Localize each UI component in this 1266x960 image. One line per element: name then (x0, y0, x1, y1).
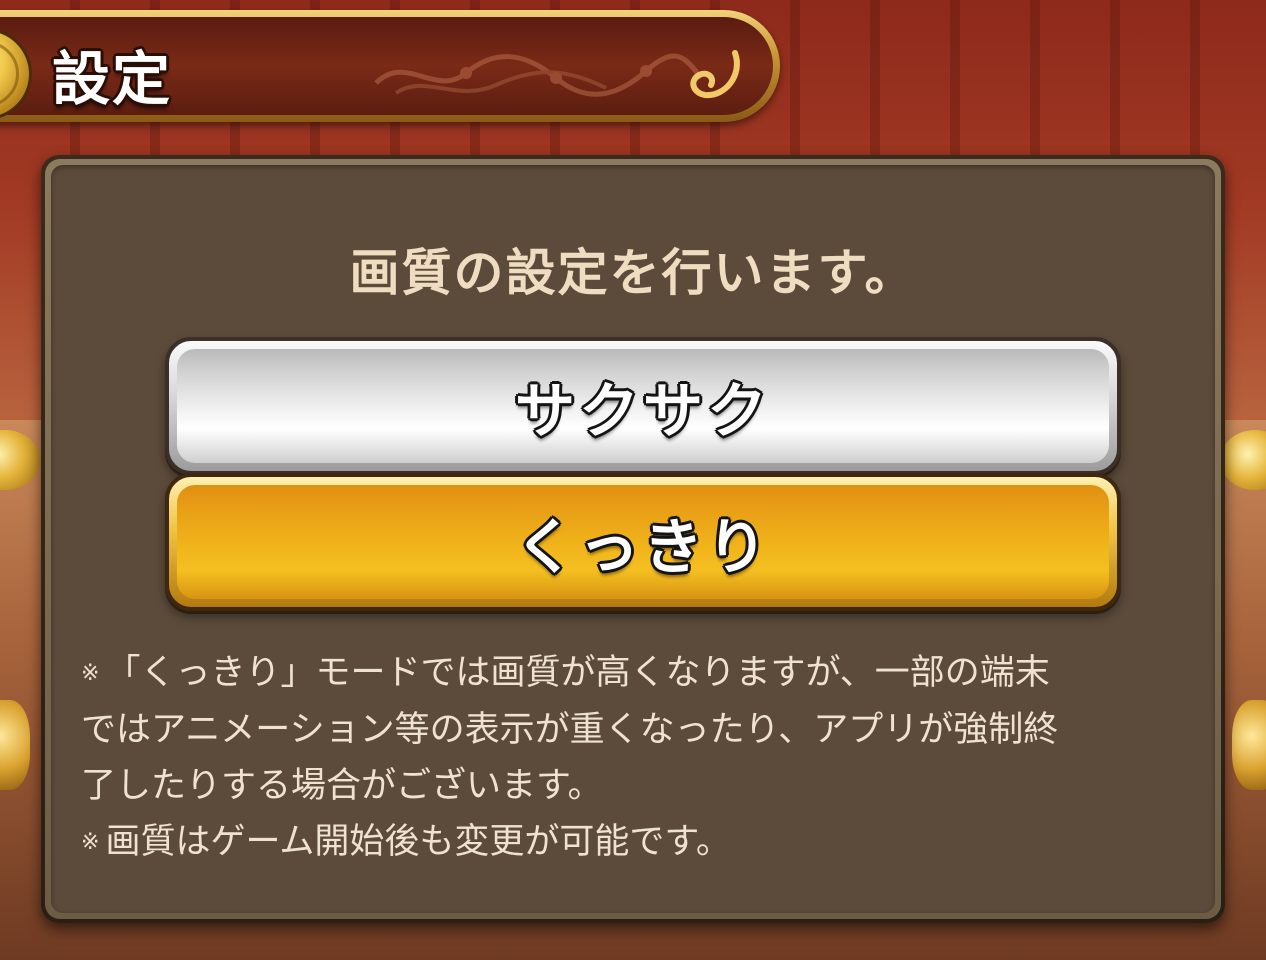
note-line: ではアニメーション等の表示が重くなったり、アプリが強制終 (81, 710, 1059, 750)
quality-smooth-label: サクサク (515, 376, 771, 447)
settings-dialog-frame: 画質の設定を行います。 サクサク くっきり ※ 「くっきり」モードでは画質が高くな… (45, 159, 1221, 919)
note-line: ※ 画質はゲーム開始後も変更が可能です。 (81, 822, 731, 862)
note-mark: ※ (81, 661, 100, 686)
header-ornament-icon (374, 53, 704, 97)
background-gold-ornament-lower-right (1232, 700, 1266, 790)
quality-smooth-button[interactable]: サクサク (165, 337, 1121, 475)
notes: ※ 「くっきり」モードでは画質が高くなりますが、一部の端末 ではアニメーション等の… (81, 645, 1211, 871)
settings-dialog-body: 画質の設定を行います。 サクサク くっきり ※ 「くっきり」モードでは画質が高くな… (51, 165, 1215, 913)
background-gold-ornament-lower-left (0, 700, 30, 790)
header-swirl-icon (690, 50, 740, 99)
note-mark: ※ (81, 830, 100, 855)
note-line: ※ 「くっきり」モードでは画質が高くなりますが、一部の端末 (81, 653, 1050, 693)
note-line: 了したりする場合がございます。 (81, 766, 603, 806)
header-banner: 設定 (0, 10, 780, 122)
quality-sharp-button[interactable]: くっきり (165, 473, 1121, 611)
page-title: 設定 (52, 45, 173, 113)
settings-dialog: 画質の設定を行います。 サクサク くっきり ※ 「くっきり」モードでは画質が高くな… (41, 155, 1225, 923)
quality-sharp-label: くっきり (515, 512, 771, 583)
dialog-heading: 画質の設定を行います。 (349, 244, 917, 302)
